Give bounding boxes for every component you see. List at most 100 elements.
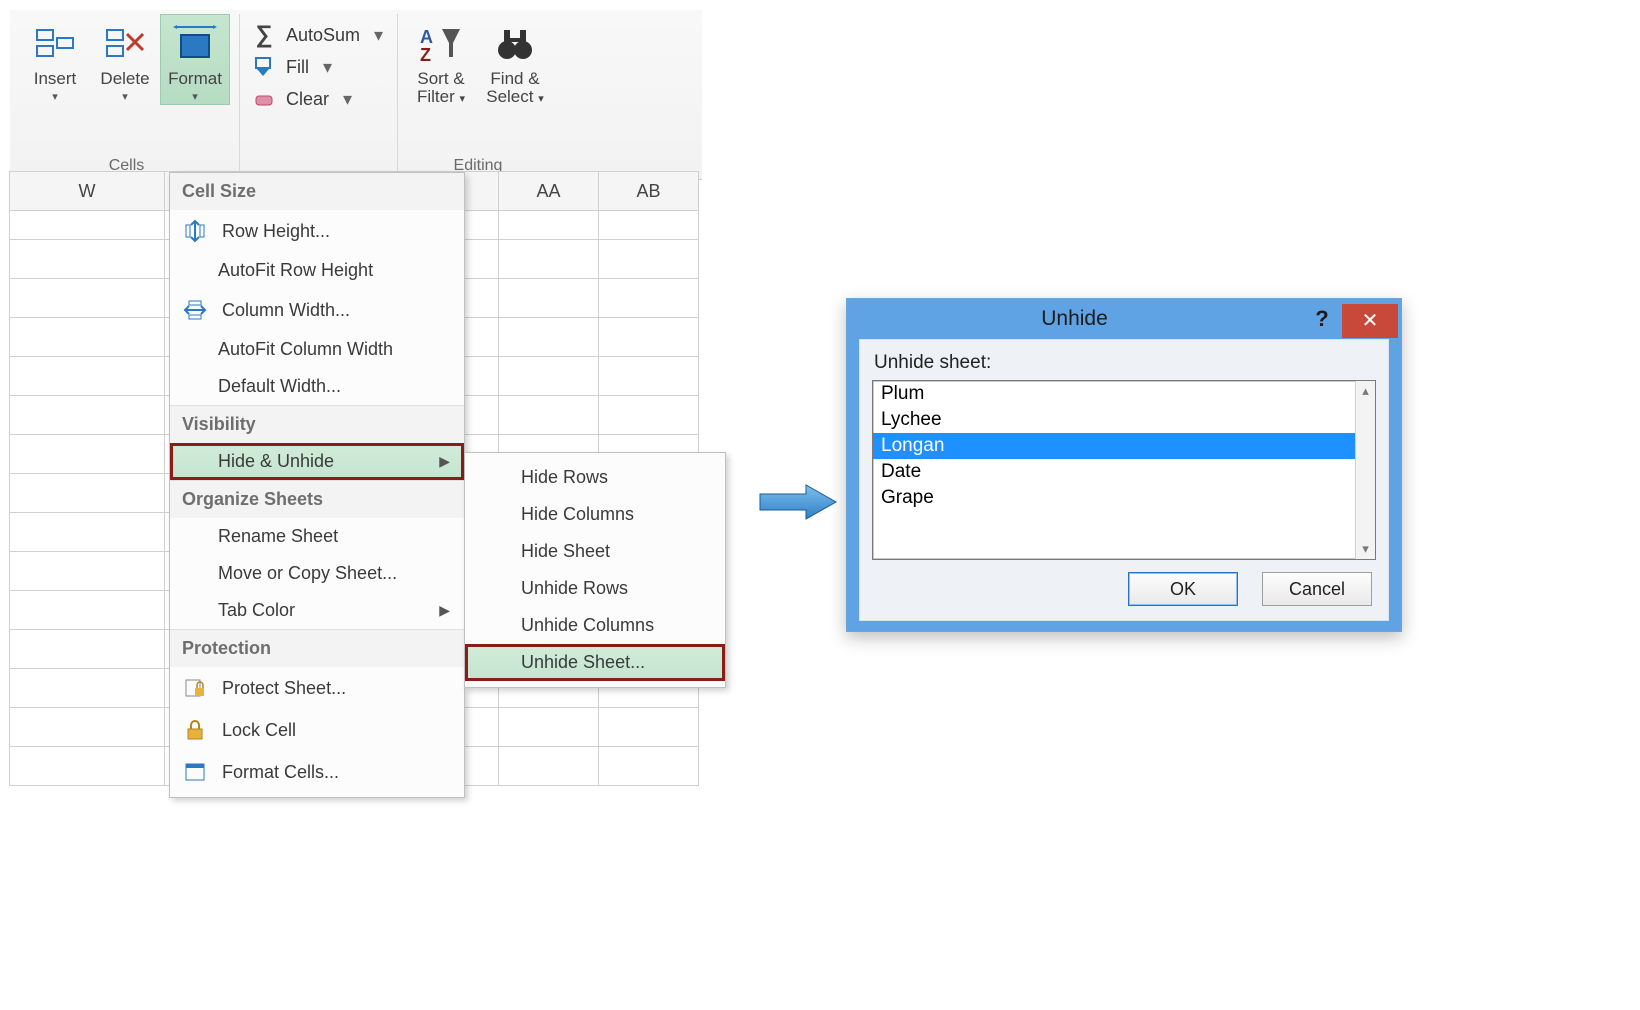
menu-column-width[interactable]: Column Width... <box>170 289 464 331</box>
autosum-label: AutoSum <box>286 25 360 46</box>
menu-section-protection: Protection <box>170 629 464 667</box>
sort-filter-button[interactable]: AZ Sort &Filter ▾ <box>404 14 478 108</box>
menu-default-width[interactable]: Default Width... <box>170 368 464 405</box>
submenu-hide-columns[interactable]: Hide Columns <box>465 496 725 533</box>
unhide-sheet-label: Unhide sheet: <box>874 352 1376 374</box>
dropdown-caret-icon: ▾ <box>374 25 383 46</box>
submenu-unhide-sheet[interactable]: Unhide Sheet... <box>465 644 725 681</box>
grid-cell[interactable] <box>9 239 165 279</box>
grid-cell[interactable] <box>9 434 165 474</box>
grid-cell[interactable] <box>498 317 599 357</box>
grid-cell[interactable] <box>9 668 165 708</box>
grid-cell[interactable] <box>9 746 165 786</box>
grid-cell[interactable] <box>9 278 165 318</box>
submenu-unhide-columns[interactable]: Unhide Columns <box>465 607 725 644</box>
listbox-item[interactable]: Plum <box>873 381 1375 407</box>
clear-label: Clear <box>286 89 329 110</box>
grid-cell[interactable] <box>9 551 165 591</box>
menu-format-cells[interactable]: Format Cells... <box>170 751 464 793</box>
menu-lock-cell[interactable]: Lock Cell <box>170 709 464 751</box>
menu-move-copy-sheet[interactable]: Move or Copy Sheet... <box>170 555 464 592</box>
grid-cell[interactable] <box>498 746 599 786</box>
insert-button[interactable]: Insert ▾ <box>20 14 90 105</box>
grid-cell[interactable] <box>9 317 165 357</box>
dropdown-caret-icon: ▾ <box>459 93 465 105</box>
menu-row-height[interactable]: Row Height... <box>170 210 464 252</box>
grid-cell[interactable] <box>9 590 165 630</box>
binoculars-icon <box>492 20 538 66</box>
ok-button[interactable]: OK <box>1128 572 1238 606</box>
grid-cell[interactable] <box>598 746 699 786</box>
menu-autofit-row-height[interactable]: AutoFit Row Height <box>170 252 464 289</box>
grid-cell[interactable] <box>498 210 599 240</box>
fill-label: Fill <box>286 57 309 78</box>
close-icon: ✕ <box>1362 308 1379 333</box>
grid-cell[interactable] <box>598 278 699 318</box>
dropdown-caret-icon: ▾ <box>538 93 544 105</box>
eraser-icon <box>252 87 276 111</box>
submenu-arrow-icon: ▶ <box>439 453 450 470</box>
row-height-icon <box>182 218 208 244</box>
grid-cell[interactable] <box>598 210 699 240</box>
listbox-item[interactable]: Date <box>873 459 1375 485</box>
format-button[interactable]: Format ▾ <box>160 14 230 105</box>
grid-cell[interactable] <box>9 629 165 669</box>
find-select-button[interactable]: Find &Select ▾ <box>478 14 552 108</box>
fill-button[interactable]: Fill ▾ <box>246 52 391 82</box>
dropdown-caret-icon: ▾ <box>323 57 332 78</box>
cancel-button[interactable]: Cancel <box>1262 572 1372 606</box>
grid-cell[interactable] <box>9 707 165 747</box>
dialog-titlebar[interactable]: Unhide ? ✕ <box>847 299 1401 339</box>
grid-cell[interactable] <box>9 473 165 513</box>
sigma-icon: ∑ <box>252 23 276 47</box>
svg-text:A: A <box>420 27 433 47</box>
grid-cell[interactable] <box>598 707 699 747</box>
col-header-aa[interactable]: AA <box>498 171 599 211</box>
grid-cell[interactable] <box>498 395 599 435</box>
grid-cell[interactable] <box>498 239 599 279</box>
menu-tab-color[interactable]: Tab Color▶ <box>170 592 464 629</box>
grid-cell[interactable] <box>598 395 699 435</box>
grid-cell[interactable] <box>9 512 165 552</box>
col-header-ab[interactable]: AB <box>598 171 699 211</box>
listbox-item[interactable]: Lychee <box>873 407 1375 433</box>
submenu-unhide-rows[interactable]: Unhide Rows <box>465 570 725 607</box>
grid-cell[interactable] <box>498 356 599 396</box>
find-select-l2: Select <box>486 87 533 106</box>
autosum-button[interactable]: ∑ AutoSum ▾ <box>246 20 391 50</box>
menu-protect-sheet[interactable]: Protect Sheet... <box>170 667 464 709</box>
col-header-w[interactable]: W <box>9 171 165 211</box>
menu-autofit-column-width[interactable]: AutoFit Column Width <box>170 331 464 368</box>
format-cells-icon <box>172 20 218 66</box>
submenu-hide-rows[interactable]: Hide Rows <box>465 459 725 496</box>
listbox-item[interactable]: Longan <box>873 433 1375 459</box>
dropdown-caret-icon: ▾ <box>192 90 198 103</box>
grid-cell[interactable] <box>9 395 165 435</box>
grid-cell[interactable] <box>598 239 699 279</box>
sort-filter-l1: Sort & <box>417 69 464 88</box>
grid-cell[interactable] <box>9 356 165 396</box>
grid-cell[interactable] <box>498 278 599 318</box>
submenu-arrow-icon: ▶ <box>439 602 450 619</box>
listbox-item[interactable]: Grape <box>873 485 1375 511</box>
grid-cell[interactable] <box>498 707 599 747</box>
grid-cell[interactable] <box>598 317 699 357</box>
close-button[interactable]: ✕ <box>1342 304 1398 338</box>
listbox-scrollbar[interactable]: ▴ ▾ <box>1355 381 1375 559</box>
clear-button[interactable]: Clear ▾ <box>246 84 391 114</box>
grid-cell[interactable] <box>9 210 165 240</box>
format-cells-dialog-icon <box>182 759 208 785</box>
submenu-hide-sheet[interactable]: Hide Sheet <box>465 533 725 570</box>
lock-icon <box>182 717 208 743</box>
menu-hide-unhide[interactable]: Hide & Unhide ▶ <box>170 443 464 480</box>
column-width-icon <box>182 297 208 323</box>
dialog-title: Unhide <box>847 307 1302 331</box>
delete-button[interactable]: Delete ▾ <box>90 14 160 105</box>
help-button[interactable]: ? <box>1302 306 1342 332</box>
grid-cell[interactable] <box>598 356 699 396</box>
menu-rename-sheet[interactable]: Rename Sheet <box>170 518 464 555</box>
scroll-up-icon: ▴ <box>1362 383 1369 399</box>
unhide-sheet-listbox[interactable]: PlumLycheeLonganDateGrape ▴ ▾ <box>872 380 1376 560</box>
sort-filter-l2: Filter <box>417 87 455 106</box>
ribbon-cells-editing: Insert ▾ Delete ▾ Format ▾ <box>10 10 702 180</box>
